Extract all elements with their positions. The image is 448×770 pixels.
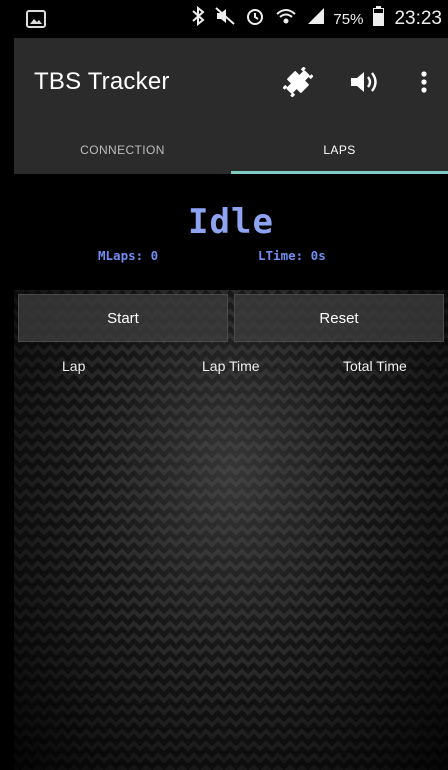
bluetooth-disconnect-icon[interactable] [280, 64, 316, 100]
wifi-icon [275, 6, 297, 32]
lap-time-readout: LTime: 0s [258, 248, 326, 263]
app-bar: TBS Tracker [14, 38, 448, 126]
column-header-total-time: Total Time [343, 358, 407, 374]
app-title: TBS Tracker [34, 68, 170, 95]
race-state: Idle [188, 202, 274, 242]
battery-icon [373, 6, 385, 32]
clock: 23:23 [394, 8, 442, 29]
column-header-lap-time: Lap Time [202, 358, 260, 374]
gallery-icon [26, 10, 46, 28]
laps-panel: Start Reset Lap Lap Time Total Time [14, 290, 448, 770]
alarm-icon [245, 6, 265, 32]
start-button[interactable]: Start [18, 294, 228, 342]
tab-laps[interactable]: LAPS [231, 126, 448, 174]
reset-button[interactable]: Reset [234, 294, 444, 342]
column-header-lap: Lap [62, 358, 86, 374]
tab-bar: CONNECTION LAPS [14, 126, 448, 174]
control-buttons: Start Reset [18, 294, 444, 342]
bluetooth-icon [191, 5, 205, 32]
race-status-panel: Idle MLaps: 0 LTime: 0s [14, 174, 448, 290]
status-bar: 75% 23:23 [14, 0, 448, 38]
signal-icon [307, 7, 325, 31]
battery-percent: 75% [333, 10, 364, 28]
speaker-icon[interactable] [348, 64, 384, 100]
mute-icon [215, 7, 236, 31]
laps-table-header: Lap Lap Time Total Time [14, 358, 448, 380]
max-laps-readout: MLaps: 0 [98, 248, 159, 263]
overflow-menu-icon[interactable] [406, 64, 442, 100]
tab-connection[interactable]: CONNECTION [14, 126, 231, 174]
